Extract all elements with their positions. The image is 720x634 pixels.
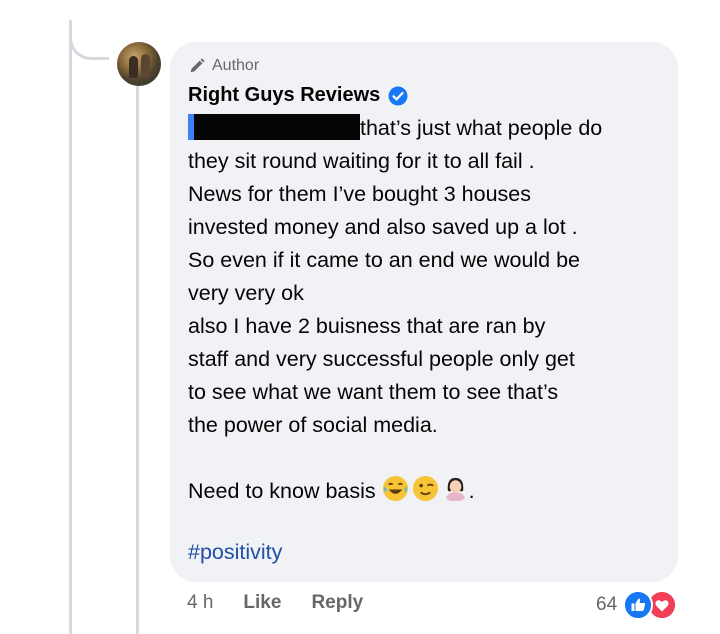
thread-line <box>69 20 72 634</box>
winking-face-emoji-icon <box>412 475 438 502</box>
author-badge-label: Author <box>212 57 260 74</box>
verified-badge-icon <box>388 86 408 105</box>
reply-button[interactable]: Reply <box>311 592 363 614</box>
woman-facepalming-emoji-icon <box>445 477 465 502</box>
redacted-mention <box>188 114 360 140</box>
hashtag-link[interactable]: #positivity <box>188 540 282 565</box>
emoji-group <box>382 475 469 502</box>
reactions-summary[interactable]: 64 <box>596 590 678 620</box>
comment-text-first-line: that’s just what people do <box>360 116 603 140</box>
timestamp[interactable]: 4 h <box>187 592 213 614</box>
author-name[interactable]: Right Guys Reviews <box>188 84 380 107</box>
avatar[interactable] <box>117 42 161 86</box>
reaction-count: 64 <box>596 594 618 615</box>
thread-connector <box>69 20 109 60</box>
comment-text: that’s just what people do they sit roun… <box>188 112 668 508</box>
like-reaction-icon <box>623 590 654 620</box>
tears-of-joy-emoji-icon <box>382 475 408 502</box>
pen-icon <box>190 58 205 73</box>
reply-thread-line <box>136 84 139 634</box>
trailing-punctuation: . <box>468 479 475 503</box>
comment-text-body: they sit round waiting for it to all fai… <box>188 149 581 503</box>
author-badge: Author <box>188 57 259 75</box>
comment-bubble: Author Right Guys Reviews that’s just wh… <box>170 42 678 582</box>
like-button[interactable]: Like <box>243 592 281 614</box>
